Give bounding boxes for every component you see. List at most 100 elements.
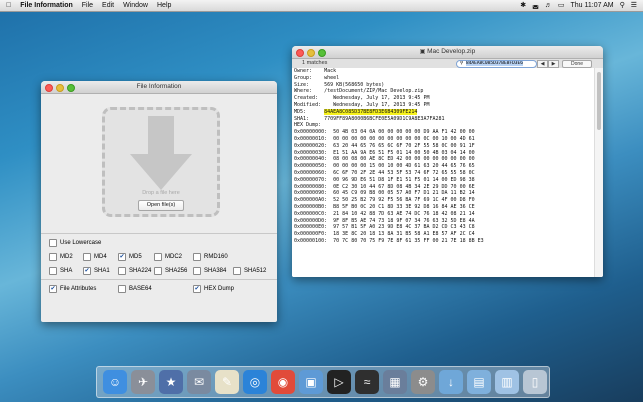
- checkbox-box[interactable]: [49, 267, 57, 275]
- launchpad-icon[interactable]: ✈: [131, 370, 155, 394]
- checkmark-icon[interactable]: ✔: [193, 285, 201, 293]
- checkbox-label: SHA384: [204, 268, 227, 274]
- previous-match-button[interactable]: ◀: [537, 60, 548, 68]
- checkbox-box[interactable]: [154, 253, 162, 261]
- menu-file[interactable]: File: [82, 0, 93, 11]
- checkmark-icon[interactable]: ✔: [49, 285, 57, 293]
- text-line: 0x000000B0: B8 5F B0 0C 20 C1 8D 33 3E 9…: [294, 203, 475, 210]
- sha-checkbox[interactable]: SHA: [49, 267, 72, 275]
- md5-checkbox[interactable]: ✔ MD5: [118, 253, 142, 261]
- minimize-button[interactable]: [56, 84, 64, 92]
- downloads-icon[interactable]: ↓: [439, 370, 463, 394]
- document-text[interactable]: Owner: Mack Group: wheel Size: 569 KB(5686…: [292, 68, 597, 277]
- sha256-checkbox[interactable]: SHA256: [154, 267, 187, 275]
- image-capture-icon[interactable]: ▦: [383, 370, 407, 394]
- window-title: File Information: [136, 83, 182, 90]
- text-line: 0x00000020: 63 20 44 65 76 65 6C 6F 70 2…: [294, 142, 475, 149]
- sha1-checkbox[interactable]: ✔ SHA1: [83, 267, 110, 275]
- text-line: Owner: Mack: [294, 68, 337, 74]
- text-line: 0x00000000: 50 4B 03 04 0A 00 00 00 00 0…: [294, 129, 475, 136]
- md4-checkbox[interactable]: MD4: [83, 253, 107, 261]
- notification-center-icon[interactable]: ☰: [631, 0, 637, 11]
- scroll-thumb[interactable]: [597, 72, 601, 130]
- checkbox-box[interactable]: [118, 267, 126, 275]
- text-line: MD5: 84AEA8C085D37BE8FD3E6B4309FE214: [294, 108, 418, 115]
- menu-bar:  File Information File Edit Window Help…: [0, 0, 643, 12]
- text-line: 0x00000040: 08 00 08 00 AE 8C ED 42 00 0…: [294, 156, 475, 163]
- close-button[interactable]: [296, 49, 304, 57]
- use-lowercase-checkbox[interactable]: Use Lowercase: [49, 239, 101, 247]
- md2-checkbox[interactable]: MD2: [49, 253, 73, 261]
- text-line: 0x00000010: 00 00 00 00 00 00 00 00 00 0…: [294, 135, 475, 142]
- checkbox-box[interactable]: [49, 253, 57, 261]
- checkbox-box[interactable]: [49, 239, 57, 247]
- finder-icon[interactable]: ☺: [103, 370, 127, 394]
- volume-icon[interactable]: ♬: [545, 0, 552, 11]
- checkbox-label: BASE64: [129, 286, 152, 292]
- terminal-icon[interactable]: ▷: [327, 370, 351, 394]
- find-input[interactable]: ⚲ 84AEA8C085D37BE8FD3E6: [456, 60, 537, 68]
- text-line: 0x000000A0: 52 50 25 B2 79 92 F5 56 BA 7…: [294, 197, 475, 204]
- battery-icon[interactable]: ▭: [558, 0, 565, 11]
- chrome-icon[interactable]: ◉: [271, 370, 295, 394]
- text-line: 0x00000030: E1 51 AA 9A E6 51 F5 01 14 0…: [294, 149, 475, 156]
- open-files-button[interactable]: Open file(s): [138, 200, 184, 211]
- safari-icon[interactable]: ◎: [243, 370, 267, 394]
- zoom-button[interactable]: [67, 84, 75, 92]
- checkbox-box[interactable]: [118, 285, 126, 293]
- checkbox-label: SHA1: [94, 268, 110, 274]
- zoom-button[interactable]: [318, 49, 326, 57]
- system-preferences-icon[interactable]: ⚙: [411, 370, 435, 394]
- rmd160-checkbox[interactable]: RMD160: [193, 253, 228, 261]
- sha224-checkbox[interactable]: SHA224: [118, 267, 151, 275]
- checkbox-box[interactable]: [233, 267, 241, 275]
- mail-icon[interactable]: ✉: [187, 370, 211, 394]
- folder-icon[interactable]: ▤: [467, 370, 491, 394]
- sha512-checkbox[interactable]: SHA512: [233, 267, 266, 275]
- text-line: 0x000000E0: 97 57 B1 5F A0 23 9D E8 4C 3…: [294, 224, 475, 231]
- checkbox-label: MD4: [94, 254, 107, 260]
- done-button[interactable]: Done: [562, 60, 592, 68]
- title-bar: ▣ Mac Develop.zip: [292, 46, 603, 59]
- activity-monitor-icon[interactable]: ≈: [355, 370, 379, 394]
- bluetooth-icon[interactable]: ✱: [520, 0, 526, 11]
- close-button[interactable]: [45, 84, 53, 92]
- next-match-button[interactable]: ▶: [548, 60, 559, 68]
- checkbox-label: HEX Dump: [204, 286, 235, 292]
- documents-icon[interactable]: ▥: [495, 370, 519, 394]
- menu-edit[interactable]: Edit: [102, 0, 114, 11]
- sha384-checkbox[interactable]: SHA384: [193, 267, 226, 275]
- text-line: HEX Dump:: [294, 122, 322, 129]
- menu-window[interactable]: Window: [123, 0, 148, 11]
- checkbox-box[interactable]: [154, 267, 162, 275]
- checkbox-box[interactable]: [193, 253, 201, 261]
- file-attributes-checkbox[interactable]: ✔ File Attributes: [49, 285, 96, 293]
- file-drop-area[interactable]: Drop a file here Open file(s): [102, 107, 220, 217]
- divider: [41, 233, 277, 234]
- app-store-icon[interactable]: ★: [159, 370, 183, 394]
- checkmark-icon[interactable]: ✔: [83, 267, 91, 275]
- wifi-icon[interactable]: ◛: [532, 0, 539, 11]
- preview-icon[interactable]: ▣: [299, 370, 323, 394]
- trash-icon[interactable]: ▯: [523, 370, 547, 394]
- checkbox-label: SHA256: [165, 268, 188, 274]
- checkbox-box[interactable]: [193, 267, 201, 275]
- minimize-button[interactable]: [307, 49, 315, 57]
- checkbox-label: MDC2: [165, 254, 183, 260]
- clock[interactable]: Thu 11:07 AM: [571, 0, 614, 11]
- vertical-scrollbar[interactable]: [594, 68, 603, 277]
- checkbox-box[interactable]: [83, 253, 91, 261]
- window-title: Mac Develop.zip: [427, 48, 476, 55]
- textedit-icon[interactable]: ✎: [215, 370, 239, 394]
- menu-help[interactable]: Help: [157, 0, 171, 11]
- app-menu[interactable]: File Information: [20, 0, 73, 11]
- checkmark-icon[interactable]: ✔: [118, 253, 126, 261]
- mdc2-checkbox[interactable]: MDC2: [154, 253, 182, 261]
- apple-icon[interactable]: : [6, 0, 11, 11]
- hex-dump-checkbox[interactable]: ✔ HEX Dump: [193, 285, 234, 293]
- md5-match-highlight: 84AEA8C085D37BE8FD3E6B4309FE214: [324, 108, 418, 115]
- spotlight-icon[interactable]: ⚲: [620, 0, 625, 11]
- checkbox-label: SHA512: [244, 268, 267, 274]
- base64-checkbox[interactable]: BASE64: [118, 285, 152, 293]
- checkbox-label: MD2: [60, 254, 73, 260]
